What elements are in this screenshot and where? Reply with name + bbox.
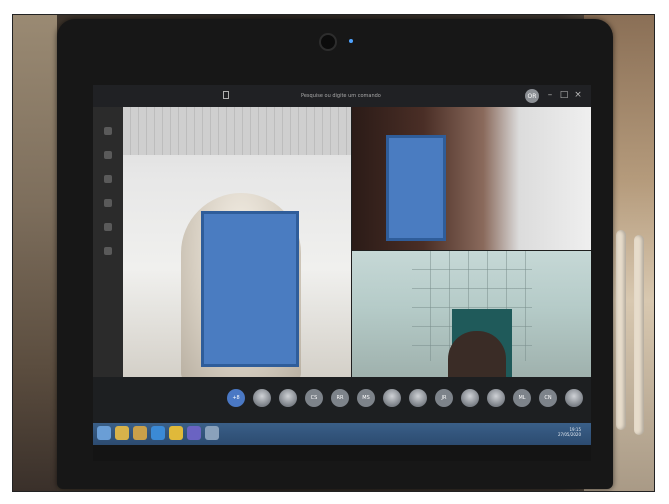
teams-icon[interactable] [187,426,201,440]
compose-icon[interactable] [223,91,229,99]
face-redaction [201,211,299,367]
video-tile-participant-3[interactable] [352,251,591,377]
participant-avatar[interactable]: RR [331,389,349,407]
tray-clock[interactable]: 19:15 27/05/2020 [558,427,581,437]
sidebar-calendar-icon[interactable] [104,199,112,207]
edge-icon[interactable] [151,426,165,440]
more-participants-button[interactable]: +8 [227,389,245,407]
laptop: Pesquise ou digite um comando OR – □ × +… [57,19,613,489]
participant-avatar[interactable]: MS [357,389,375,407]
sidebar-activity-icon[interactable] [104,127,112,135]
search-input[interactable]: Pesquise ou digite um comando [301,93,381,99]
participant-avatar[interactable]: JR [435,389,453,407]
sidebar-calls-icon[interactable] [104,223,112,231]
tray-date: 27/05/2020 [557,432,581,437]
app-titlebar: Pesquise ou digite um comando OR – □ × [93,85,591,107]
webcam-led [349,39,353,43]
chrome-icon[interactable] [169,426,183,440]
webcam-icon [319,33,337,51]
windows-taskbar: 19:15 27/05/2020 [93,423,591,445]
sidebar-chat-icon[interactable] [104,151,112,159]
participant-avatar[interactable]: CN [539,389,557,407]
other-icon[interactable] [205,426,219,440]
participant-avatar[interactable] [279,389,297,407]
sidebar-teams-icon[interactable] [104,175,112,183]
room-background-left [13,15,57,491]
close-button[interactable]: × [573,90,583,100]
participant-strip: +8 CS RR MS JR ML CN [93,377,591,423]
participant-figure [448,331,506,377]
participant-avatar[interactable] [253,389,271,407]
participant-avatar[interactable] [409,389,427,407]
face-redaction [386,135,446,241]
photo-frame: Pesquise ou digite um comando OR – □ × +… [12,14,655,492]
video-tile-participant-2[interactable] [352,107,591,250]
participant-avatar[interactable] [565,389,583,407]
participant-avatar[interactable] [461,389,479,407]
maximize-button[interactable]: □ [559,90,569,100]
folder-icon[interactable] [133,426,147,440]
windows-start-icon[interactable] [97,426,111,440]
participant-avatar[interactable]: ML [513,389,531,407]
file-explorer-icon[interactable] [115,426,129,440]
app-sidebar [93,107,123,377]
participant-avatar[interactable]: CS [305,389,323,407]
minimize-button[interactable]: – [545,90,555,100]
user-avatar[interactable]: OR [525,89,539,103]
video-tile-participant-1[interactable] [123,107,351,377]
laptop-screen: Pesquise ou digite um comando OR – □ × +… [93,85,591,461]
participant-avatar[interactable] [383,389,401,407]
laptop-bezel [93,445,591,461]
participant-avatar[interactable] [487,389,505,407]
ceiling [123,107,351,155]
sidebar-files-icon[interactable] [104,247,112,255]
